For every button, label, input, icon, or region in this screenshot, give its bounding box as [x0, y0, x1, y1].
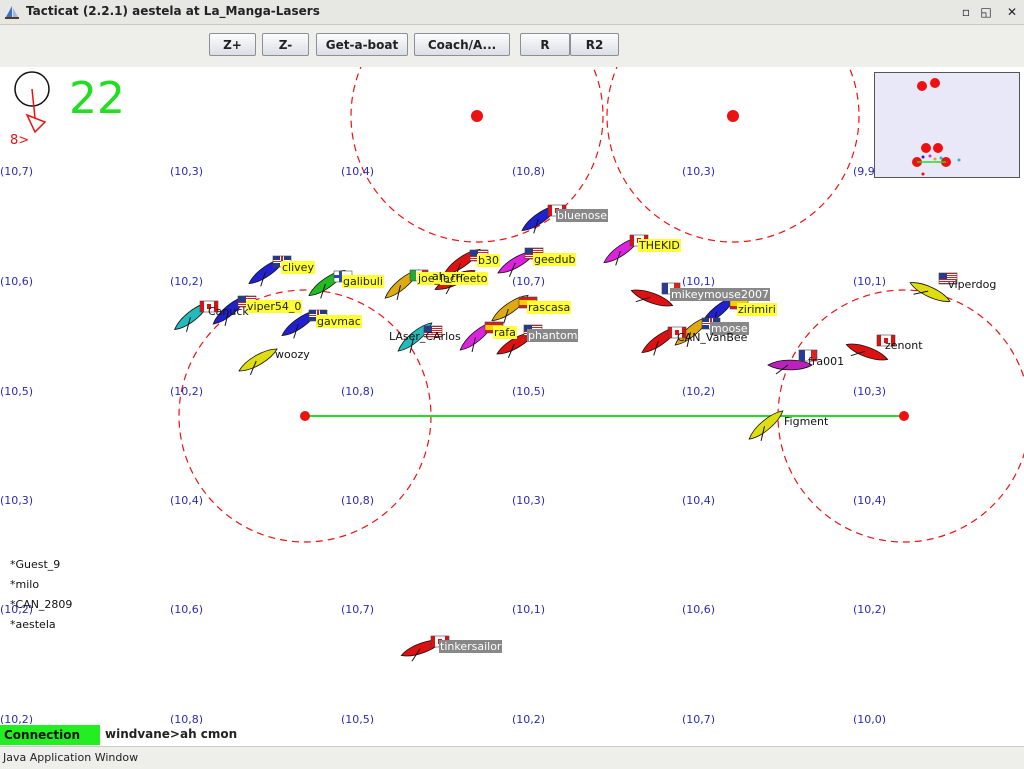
r2-button[interactable]: R2 [570, 33, 619, 56]
boat-label[interactable]: THEKID [638, 239, 681, 252]
minimap-boat [928, 154, 932, 158]
grid-label: (10,3) [0, 494, 34, 507]
boat-fra001[interactable] [767, 359, 813, 375]
r-button[interactable]: R [520, 33, 570, 56]
boat-label[interactable]: CAN_VanBee [676, 331, 748, 344]
boat-label[interactable]: Figment [783, 415, 829, 428]
minimap-boat [921, 155, 925, 159]
zoom-out-button[interactable]: Z- [262, 33, 309, 56]
grid-label: (10,6) [0, 275, 34, 288]
minimap-mark [930, 78, 940, 88]
boat-label[interactable]: geedub [533, 253, 577, 266]
start-pin-buoy[interactable] [300, 411, 310, 421]
minimize-icon[interactable]: ▫ [958, 4, 974, 20]
grid-label: (10,3) [512, 494, 546, 507]
app-icon [5, 6, 19, 19]
grid-label: (10,5) [512, 385, 546, 398]
boat-label[interactable]: woozy [274, 348, 311, 361]
maximize-icon[interactable]: ◱ [978, 4, 994, 20]
grid-label: (10,1) [853, 275, 887, 288]
boat-label[interactable]: zirimiri [737, 303, 777, 316]
boat-label[interactable]: phantom [527, 329, 579, 342]
minimap-canvas [912, 78, 961, 176]
wind-arrow-icon [31, 88, 36, 119]
mark-buoy[interactable] [727, 110, 739, 122]
grid-label: (10,7) [341, 603, 375, 616]
minimap-mark [917, 81, 927, 91]
mark-zone-circle [606, 67, 860, 243]
minimap-mark [933, 143, 943, 153]
grid-label: (10,2) [170, 385, 204, 398]
chat-line: windvane>ah cmon [105, 727, 238, 741]
grid-label: (10,8) [341, 385, 375, 398]
mark-buoy[interactable] [471, 110, 483, 122]
boat-label[interactable]: zenont [884, 339, 924, 352]
grid-label: (10,2) [682, 385, 716, 398]
grid-label: (10,4) [170, 494, 204, 507]
minimap-mark [921, 143, 931, 153]
grid-label: (10,1) [512, 603, 546, 616]
grid-label: (10,4) [853, 494, 887, 507]
player-name[interactable]: *CAN_2809 [10, 595, 72, 615]
get-a-boat-button[interactable]: Get-a-boat [316, 33, 408, 56]
coach-button[interactable]: Coach/A... [414, 33, 510, 56]
boat-label[interactable]: fra001 [807, 355, 845, 368]
grid-label: (10,7) [512, 275, 546, 288]
boat-label[interactable]: ah_rrr [431, 270, 465, 283]
connection-status: Connection OK [0, 725, 100, 762]
title-bar: Tacticat (2.2.1) aestela at La_Manga-Las… [0, 0, 1024, 25]
boat-label[interactable]: rascasa [527, 301, 572, 314]
boat-label[interactable]: bluenose [556, 209, 608, 222]
minimap-boat [939, 156, 943, 160]
grid-label: (10,3) [853, 385, 887, 398]
boat-label[interactable]: tinkersailor [439, 640, 503, 653]
grid-label: (10,2) [853, 603, 887, 616]
close-icon[interactable]: ✕ [1004, 4, 1020, 20]
race-course[interactable]: (10,7) (10,3) (10,4) (10,8) (10,3) (9,9) (10,6… [0, 67, 1024, 726]
player-name[interactable]: *Guest_9 [10, 555, 72, 575]
status-bar: Connection OK windvane>ah cmon [0, 724, 1024, 762]
wind-indicator: 8> [10, 71, 50, 145]
boat-label[interactable]: mikeymouse2007 [670, 288, 770, 301]
minimap-boat [921, 172, 925, 176]
toolbar: Z+ Z- Get-a-boat Coach/A... R R2 [0, 25, 1024, 67]
player-name[interactable]: *milo [10, 575, 72, 595]
boat-label[interactable]: galibuli [342, 275, 384, 288]
grid-label: (10,1) [682, 275, 716, 288]
grid-label: (10,4) [341, 165, 375, 178]
grid-label: (10,3) [170, 165, 204, 178]
grid-label: (10,7) [0, 165, 34, 178]
grid-label: (10,5) [0, 385, 34, 398]
grid-label: (10,8) [341, 494, 375, 507]
boat-label[interactable]: LAser_CArlos [388, 330, 462, 343]
grid-label: (10,3) [682, 165, 716, 178]
boat-label[interactable]: rafa [493, 326, 517, 339]
grid-label: (10,8) [512, 165, 546, 178]
boat-label[interactable]: Canuck [207, 305, 250, 318]
grid-label: (10,4) [682, 494, 716, 507]
wind-indicator-label: 8> [10, 133, 29, 145]
boat-label[interactable]: viperdog [947, 278, 997, 291]
window-title: Tacticat (2.2.1) aestela at La_Manga-Las… [26, 4, 320, 18]
boat-label[interactable]: clivey [281, 261, 315, 274]
boat-hull-icon [767, 359, 813, 371]
grid-label: (10,6) [682, 603, 716, 616]
race-timer: 22 [69, 73, 125, 124]
java-window-label: Java Application Window [3, 751, 139, 764]
minimap-boat [933, 157, 937, 161]
java-window-bar: Java Application Window [0, 746, 1024, 769]
grid-label: (10,2) [170, 275, 204, 288]
player-name[interactable]: *aestela [10, 615, 72, 635]
wind-arrow-head-icon [25, 113, 47, 134]
boat-label[interactable]: viper54_0 [246, 300, 303, 313]
players-list: *Guest_9 *milo *CAN_2809 *aestela [10, 555, 72, 635]
grid-label: (10,6) [170, 603, 204, 616]
boat-label[interactable]: gavmac [316, 315, 362, 328]
boat-label[interactable]: b30 [477, 254, 500, 267]
zoom-in-button[interactable]: Z+ [209, 33, 256, 56]
committee-boat-buoy[interactable] [899, 411, 909, 421]
minimap-boat [957, 158, 961, 162]
minimap[interactable] [874, 72, 1020, 178]
